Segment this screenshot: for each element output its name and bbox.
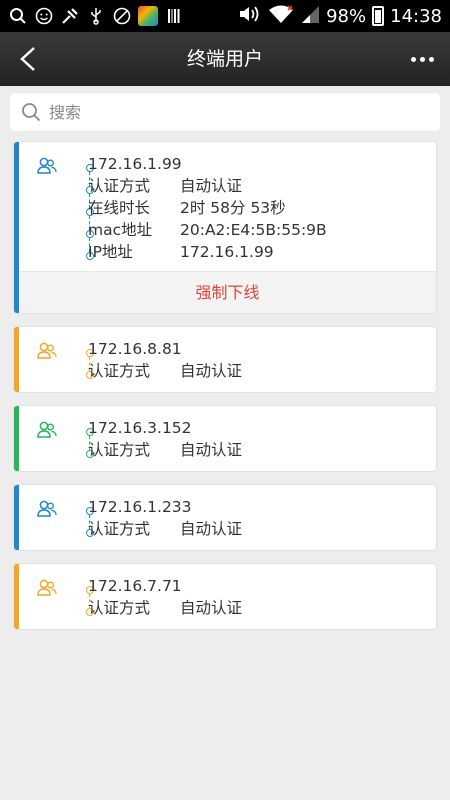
info-label: 认证方式 xyxy=(88,520,151,538)
user-group-icon xyxy=(37,500,57,517)
card-color-bar xyxy=(14,327,19,392)
info-label: 认证方式 xyxy=(88,177,151,195)
mute-icon xyxy=(112,6,132,26)
user-card[interactable]: 172.16.1.233 认证方式 自动认证 xyxy=(13,484,437,551)
app-icon xyxy=(138,6,158,26)
info-row: 认证方式 自动认证 xyxy=(88,175,242,197)
info-value: 自动认证 xyxy=(180,177,243,195)
more-button[interactable] xyxy=(402,41,442,77)
card-color-bar xyxy=(14,564,19,629)
search-icon xyxy=(8,6,28,26)
ip-address: 172.16.3.152 xyxy=(88,419,192,437)
smiley-icon xyxy=(34,6,54,26)
tool-icon xyxy=(60,6,80,26)
user-group-icon xyxy=(37,421,57,438)
ip-address: 172.16.1.233 xyxy=(88,498,192,516)
search-input[interactable] xyxy=(49,97,429,127)
battery-percent: 98% xyxy=(326,5,367,27)
info-value: 自动认证 xyxy=(180,441,243,459)
app-header: 终端用户 xyxy=(0,32,450,86)
barcode-icon xyxy=(164,6,184,26)
system-status: 98% 14:38 xyxy=(238,0,442,32)
battery-icon xyxy=(372,6,385,26)
ip-address: 172.16.1.99 xyxy=(88,155,182,173)
user-group-icon xyxy=(37,342,57,359)
info-value: 自动认证 xyxy=(180,520,243,538)
user-card[interactable]: 172.16.3.152 认证方式 自动认证 xyxy=(13,405,437,472)
page-title: 终端用户 xyxy=(186,48,263,70)
info-row: 认证方式 自动认证 xyxy=(88,518,242,540)
info-label: 在线时长 xyxy=(88,199,151,217)
info-label: 认证方式 xyxy=(88,441,151,459)
user-group-icon xyxy=(37,157,57,174)
info-value: 2时 58分 53秒 xyxy=(180,199,286,217)
ip-address: 172.16.7.71 xyxy=(88,577,182,595)
user-card[interactable]: 172.16.7.71 认证方式 自动认证 xyxy=(13,563,437,630)
search-bar[interactable] xyxy=(10,93,440,131)
info-row: mac地址 20:A2:E4:5B:55:9B xyxy=(88,219,327,241)
force-offline-button[interactable]: 强制下线 xyxy=(19,271,436,313)
info-row: 认证方式 自动认证 xyxy=(88,360,242,382)
card-color-bar xyxy=(14,485,19,550)
info-row: 在线时长 2时 58分 53秒 xyxy=(88,197,286,219)
clock: 14:38 xyxy=(390,5,442,27)
card-color-bar xyxy=(14,406,19,471)
info-label: IP地址 xyxy=(88,243,133,261)
info-value: 20:A2:E4:5B:55:9B xyxy=(180,221,327,239)
info-label: 认证方式 xyxy=(88,362,151,380)
wifi-icon xyxy=(268,4,294,29)
signal-icon xyxy=(300,4,320,29)
usb-icon xyxy=(86,6,106,26)
info-value: 自动认证 xyxy=(180,599,243,617)
user-group-icon xyxy=(37,579,57,596)
status-bar: 98% 14:38 xyxy=(0,0,450,32)
user-card[interactable]: 172.16.8.81 认证方式 自动认证 xyxy=(13,326,437,393)
more-icon xyxy=(410,56,416,62)
info-row: 认证方式 自动认证 xyxy=(88,597,242,619)
info-row: IP地址 172.16.1.99 xyxy=(88,241,274,263)
notification-icons xyxy=(8,0,184,32)
user-card[interactable]: 172.16.1.99 认证方式 自动认证在线时长 2时 58分 53秒 mac地址 20… xyxy=(13,141,437,314)
info-label: 认证方式 xyxy=(88,599,151,617)
info-row: 认证方式 自动认证 xyxy=(88,439,242,461)
info-value: 自动认证 xyxy=(180,362,243,380)
ip-address: 172.16.8.81 xyxy=(88,340,182,358)
volume-icon xyxy=(238,4,262,29)
search-icon xyxy=(22,103,41,122)
info-label: mac地址 xyxy=(88,221,153,239)
info-value: 172.16.1.99 xyxy=(180,243,274,261)
